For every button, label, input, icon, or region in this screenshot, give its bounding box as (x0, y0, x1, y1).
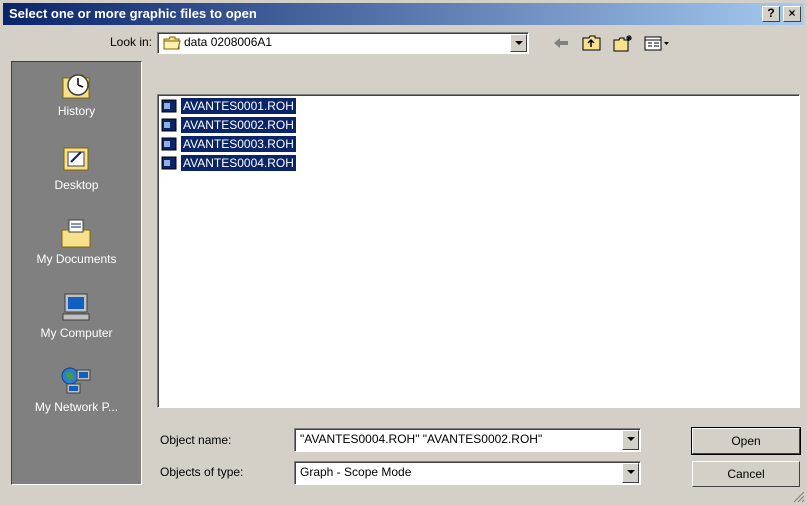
object-type-dropdown-button[interactable] (622, 463, 639, 483)
file-icon (161, 118, 177, 132)
place-label: My Computer (40, 326, 113, 340)
file-icon (161, 99, 177, 113)
up-folder-icon[interactable] (581, 33, 603, 53)
close-button[interactable]: × (783, 6, 801, 22)
place-my-computer[interactable]: My Computer (12, 286, 141, 360)
lookin-value: data 0208006A1 (184, 35, 273, 49)
place-label: My Documents (36, 252, 117, 266)
object-name-input[interactable]: "AVANTES0004.ROH" "AVANTES0002.ROH" (300, 432, 542, 446)
object-name-dropdown-button[interactable] (622, 430, 639, 450)
new-folder-icon[interactable] (612, 33, 634, 53)
window-title: Select one or more graphic files to open (9, 6, 257, 21)
places-bar: History Desktop My Documents My Computer… (11, 61, 142, 485)
place-label: History (57, 104, 96, 118)
file-icon (161, 156, 177, 170)
open-button[interactable]: Open (691, 427, 801, 455)
place-my-documents[interactable]: My Documents (12, 212, 141, 286)
place-my-network[interactable]: My Network P... (12, 360, 141, 434)
object-type-combobox[interactable]: Graph - Scope Mode (294, 461, 641, 485)
file-list[interactable]: AVANTES0001.ROH AVANTES0002.ROH AVANTES0… (157, 94, 800, 408)
my-network-places-icon (61, 367, 91, 394)
open-file-dialog: Select one or more graphic files to open… (0, 0, 807, 505)
place-label: My Network P... (34, 400, 119, 414)
place-label: Desktop (54, 178, 99, 192)
place-desktop[interactable]: Desktop (12, 138, 141, 212)
file-name: AVANTES0004.ROH (180, 154, 297, 172)
file-name: AVANTES0002.ROH (181, 117, 296, 133)
object-type-label: Objects of type: (160, 465, 244, 479)
object-name-label: Object name: (160, 433, 232, 447)
file-icon (161, 137, 177, 151)
lookin-dropdown-button[interactable] (510, 34, 527, 52)
help-button[interactable]: ? (762, 6, 780, 22)
lookin-combobox[interactable]: data 0208006A1 (157, 32, 529, 54)
resize-grip-icon[interactable] (793, 491, 805, 503)
my-documents-icon (61, 219, 91, 248)
history-icon (62, 74, 90, 99)
object-name-combobox[interactable]: "AVANTES0004.ROH" "AVANTES0002.ROH" (294, 428, 641, 452)
file-name: AVANTES0003.ROH (181, 136, 296, 152)
folder-icon (163, 36, 181, 50)
back-arrow-icon[interactable] (550, 33, 572, 53)
title-bar[interactable]: Select one or more graphic files to open… (3, 3, 804, 25)
desktop-icon (63, 147, 89, 171)
file-name: AVANTES0001.ROH (181, 98, 296, 114)
object-type-value: Graph - Scope Mode (300, 465, 412, 479)
lookin-label: Look in: (109, 35, 152, 49)
cancel-button[interactable]: Cancel (692, 461, 800, 487)
my-computer-icon (62, 293, 90, 321)
place-history[interactable]: History (12, 64, 141, 138)
view-menu-icon[interactable] (643, 33, 671, 53)
